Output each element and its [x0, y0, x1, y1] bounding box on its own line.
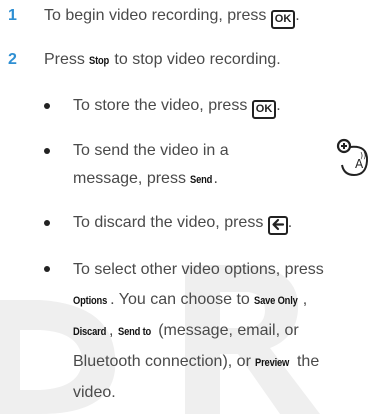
save-only-key-label: Save Only — [254, 295, 298, 307]
bullet-dot — [44, 103, 50, 109]
preview-key-label: Preview — [255, 357, 290, 369]
bullet-text: To select other video options, press Opt… — [73, 261, 324, 401]
bullet-dot — [44, 220, 50, 226]
discard-key-label: Discard — [73, 326, 107, 338]
bullet-dot — [44, 266, 50, 272]
bullet-text: To send the video in a message, press Se… — [73, 137, 376, 194]
message-feature-icon: A )) — [336, 138, 369, 177]
stop-key-label: Stop — [89, 55, 110, 67]
step-number: 1 — [8, 7, 17, 24]
bullet-text: To store the video, press OK. — [73, 92, 376, 120]
back-arrow-key-icon — [267, 216, 288, 235]
step-text: Press Stop to stop video recording. — [44, 46, 281, 75]
bullet-dot — [44, 148, 50, 154]
bullet-text: To discard the video, press . — [73, 209, 376, 237]
ok-key-icon: OK — [251, 100, 277, 119]
send-key-label: Send — [190, 174, 213, 186]
send-to-key-label: Send to — [117, 326, 151, 338]
step-text: To begin video recording, press OK. — [44, 2, 300, 30]
svg-text:)): )) — [360, 151, 366, 160]
ok-key-icon: OK — [270, 10, 296, 29]
options-key-label: Options — [73, 295, 108, 307]
step-number: 2 — [8, 51, 17, 68]
